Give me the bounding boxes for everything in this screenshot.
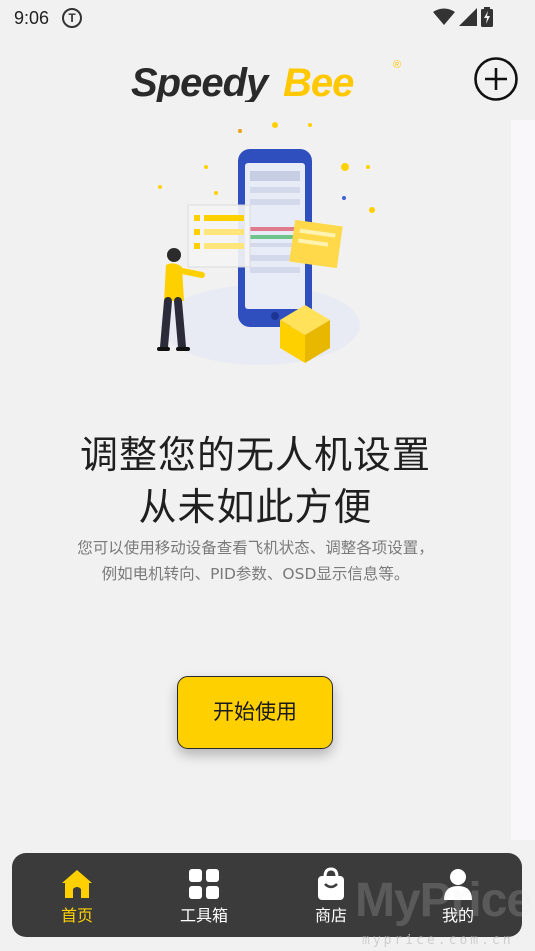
speedybee-logo: Speedy Bee ®	[131, 59, 401, 102]
carrier-t-icon: T	[62, 8, 82, 28]
app-header: Speedy Bee ®	[0, 36, 535, 120]
tab-home-label: 首页	[60, 906, 93, 925]
add-device-button[interactable]	[473, 56, 519, 102]
tab-home[interactable]: 首页	[22, 853, 132, 937]
headline-line2: 从未如此方便	[138, 485, 373, 529]
registered-mark: ®	[393, 59, 401, 71]
tab-toolbox-label: 工具箱	[179, 906, 228, 925]
description-line1: 您可以使用移动设备查看飞机状态、调整各项设置，	[77, 539, 434, 557]
tab-toolbox[interactable]: 工具箱	[149, 853, 259, 937]
brand-right-text: Bee	[283, 61, 354, 102]
grid-icon	[189, 869, 219, 899]
status-bar: 9:06 T	[0, 0, 535, 36]
description-line2: 例如电机转向、PID参数、OSD显示信息等。	[101, 565, 410, 583]
status-time: 9:06	[14, 8, 50, 28]
watermark-url: myprice.com.cn	[362, 933, 514, 948]
start-button[interactable]: 开始使用	[177, 676, 333, 749]
system-icons	[433, 7, 493, 27]
battery-charging-icon	[481, 7, 493, 27]
shopping-bag-icon	[318, 867, 344, 900]
headline-line1: 调整您的无人机设置	[79, 433, 431, 477]
welcome-illustration	[157, 122, 375, 365]
home-icon	[62, 870, 92, 898]
watermark: MyPrice	[355, 874, 533, 927]
cellular-signal-icon	[459, 8, 477, 26]
scroll-edge	[511, 120, 535, 840]
wifi-icon	[433, 8, 455, 25]
brand-left-text: Speedy	[131, 61, 270, 102]
